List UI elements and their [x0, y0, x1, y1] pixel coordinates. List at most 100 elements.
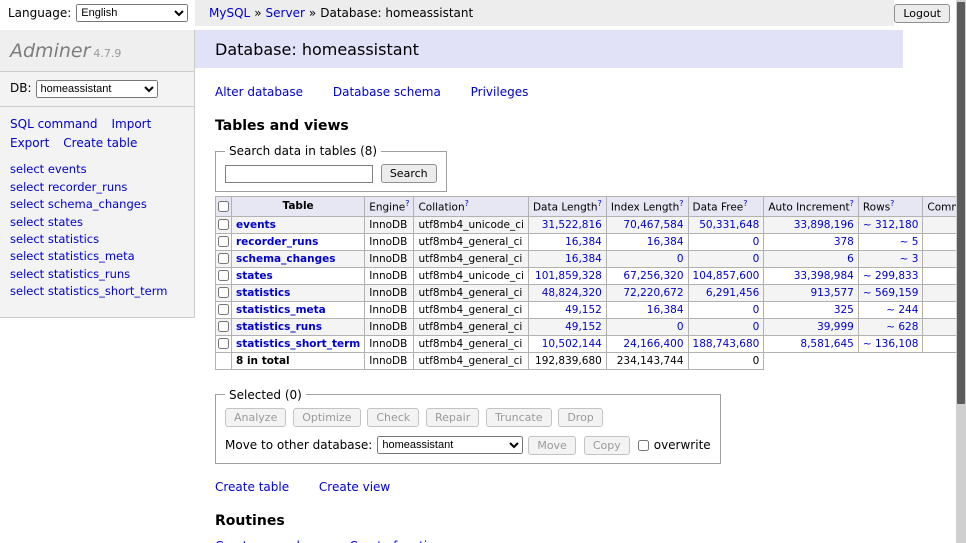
- table-link[interactable]: recorder_runs: [236, 236, 318, 248]
- privileges-link[interactable]: Privileges: [471, 85, 529, 99]
- rows-count-link[interactable]: ~ 3: [900, 253, 919, 265]
- data-length-link[interactable]: 10,502,144: [542, 338, 602, 350]
- db-select[interactable]: homeassistant: [36, 80, 158, 98]
- column-help-link[interactable]: ?: [465, 199, 469, 208]
- row-checkbox[interactable]: [218, 253, 229, 264]
- data-free-link[interactable]: 0: [753, 304, 760, 316]
- row-checkbox[interactable]: [218, 270, 229, 281]
- sidebar-table-link-recorder-runs[interactable]: select recorder_runs: [10, 180, 127, 194]
- logout-button[interactable]: Logout: [894, 4, 950, 23]
- data-free-link[interactable]: 0: [753, 236, 760, 248]
- select-all-checkbox[interactable]: [218, 201, 229, 212]
- index-length-link[interactable]: 67,256,320: [623, 270, 683, 282]
- index-length-link[interactable]: 16,384: [647, 304, 684, 316]
- sidebar-table-link-events[interactable]: select events: [10, 162, 87, 176]
- create-function-link[interactable]: Create function: [349, 539, 442, 543]
- move-target-select[interactable]: homeassistant: [377, 436, 523, 454]
- table-link[interactable]: statistics_short_term: [236, 338, 360, 350]
- column-help-link[interactable]: ?: [598, 199, 602, 208]
- create-table-sidebar-link[interactable]: Create table: [63, 136, 137, 150]
- auto-increment-link[interactable]: 378: [834, 236, 854, 248]
- drop-button[interactable]: Drop: [558, 408, 602, 427]
- data-free-link[interactable]: 0: [753, 321, 760, 333]
- row-checkbox[interactable]: [218, 236, 229, 247]
- check-button[interactable]: Check: [367, 408, 419, 427]
- index-length-link[interactable]: 0: [677, 253, 684, 265]
- column-help-link[interactable]: ?: [890, 199, 894, 208]
- breadcrumb-server-link[interactable]: Server: [266, 6, 305, 20]
- table-link[interactable]: statistics_runs: [236, 321, 322, 333]
- table-link[interactable]: states: [236, 270, 273, 282]
- scrollbar[interactable]: [956, 0, 966, 543]
- analyze-button[interactable]: Analyze: [225, 408, 286, 427]
- alter-database-link[interactable]: Alter database: [215, 85, 303, 99]
- optimize-button[interactable]: Optimize: [293, 408, 360, 427]
- move-button[interactable]: Move: [528, 436, 576, 455]
- sidebar-table-link-states[interactable]: select states: [10, 215, 83, 229]
- rows-count-link[interactable]: ~ 628: [886, 321, 918, 333]
- search-button[interactable]: Search: [381, 164, 437, 183]
- index-length-link[interactable]: 16,384: [647, 236, 684, 248]
- import-link[interactable]: Import: [111, 117, 151, 131]
- data-free-link[interactable]: 188,743,680: [693, 338, 760, 350]
- row-checkbox[interactable]: [218, 287, 229, 298]
- create-procedure-link[interactable]: Create procedure: [215, 539, 320, 543]
- table-link[interactable]: events: [236, 219, 276, 231]
- auto-increment-link[interactable]: 33,898,196: [794, 219, 854, 231]
- sql-command-link[interactable]: SQL command: [10, 117, 97, 131]
- language-select[interactable]: English: [76, 4, 188, 22]
- table-link[interactable]: statistics_meta: [236, 304, 326, 316]
- auto-increment-link[interactable]: 913,577: [810, 287, 853, 299]
- index-length-link[interactable]: 70,467,584: [623, 219, 683, 231]
- data-free-link[interactable]: 0: [753, 253, 760, 265]
- column-help-link[interactable]: ?: [679, 199, 683, 208]
- breadcrumb-mysql-link[interactable]: MySQL: [209, 6, 250, 20]
- data-length-link[interactable]: 49,152: [565, 304, 602, 316]
- row-checkbox[interactable]: [218, 304, 229, 315]
- data-free-link[interactable]: 50,331,648: [699, 219, 759, 231]
- table-link[interactable]: statistics: [236, 287, 290, 299]
- data-length-link[interactable]: 16,384: [565, 253, 602, 265]
- column-help-link[interactable]: ?: [850, 199, 854, 208]
- sidebar-table-link-schema-changes[interactable]: select schema_changes: [10, 197, 147, 211]
- row-checkbox[interactable]: [218, 338, 229, 349]
- rows-count-link[interactable]: ~ 136,108: [863, 338, 919, 350]
- sidebar-table-link-statistics[interactable]: select statistics: [10, 232, 99, 246]
- repair-button[interactable]: Repair: [426, 408, 479, 427]
- database-schema-link[interactable]: Database schema: [333, 85, 441, 99]
- auto-increment-link[interactable]: 325: [834, 304, 854, 316]
- rows-count-link[interactable]: ~ 5: [900, 236, 919, 248]
- truncate-button[interactable]: Truncate: [486, 408, 551, 427]
- export-link[interactable]: Export: [10, 136, 49, 150]
- auto-increment-link[interactable]: 39,999: [817, 321, 854, 333]
- index-length-link[interactable]: 24,166,400: [623, 338, 683, 350]
- sidebar-table-link-statistics-meta[interactable]: select statistics_meta: [10, 249, 135, 263]
- data-length-link[interactable]: 48,824,320: [542, 287, 602, 299]
- index-length-link[interactable]: 0: [677, 321, 684, 333]
- data-free-link[interactable]: 104,857,600: [693, 270, 760, 282]
- column-help-link[interactable]: ?: [405, 199, 409, 208]
- data-free-link[interactable]: 6,291,456: [706, 287, 759, 299]
- copy-button[interactable]: Copy: [584, 436, 630, 455]
- scrollbar-thumb[interactable]: [957, 2, 965, 404]
- rows-count-link[interactable]: ~ 299,833: [863, 270, 919, 282]
- data-length-link[interactable]: 31,522,816: [542, 219, 602, 231]
- sidebar-table-link-statistics-runs[interactable]: select statistics_runs: [10, 267, 130, 281]
- auto-increment-link[interactable]: 6: [847, 253, 854, 265]
- row-checkbox[interactable]: [218, 219, 229, 230]
- data-length-link[interactable]: 49,152: [565, 321, 602, 333]
- table-link[interactable]: schema_changes: [236, 253, 336, 265]
- rows-count-link[interactable]: ~ 569,159: [863, 287, 919, 299]
- index-length-link[interactable]: 72,220,672: [623, 287, 683, 299]
- rows-count-link[interactable]: ~ 312,180: [863, 219, 919, 231]
- overwrite-checkbox[interactable]: [638, 440, 649, 451]
- auto-increment-link[interactable]: 33,398,984: [794, 270, 854, 282]
- rows-count-link[interactable]: ~ 244: [886, 304, 918, 316]
- data-length-link[interactable]: 101,859,328: [535, 270, 602, 282]
- search-input[interactable]: [225, 165, 373, 183]
- row-checkbox[interactable]: [218, 321, 229, 332]
- data-length-link[interactable]: 16,384: [565, 236, 602, 248]
- auto-increment-link[interactable]: 8,581,645: [800, 338, 853, 350]
- create-table-link[interactable]: Create table: [215, 480, 289, 494]
- column-help-link[interactable]: ?: [743, 199, 747, 208]
